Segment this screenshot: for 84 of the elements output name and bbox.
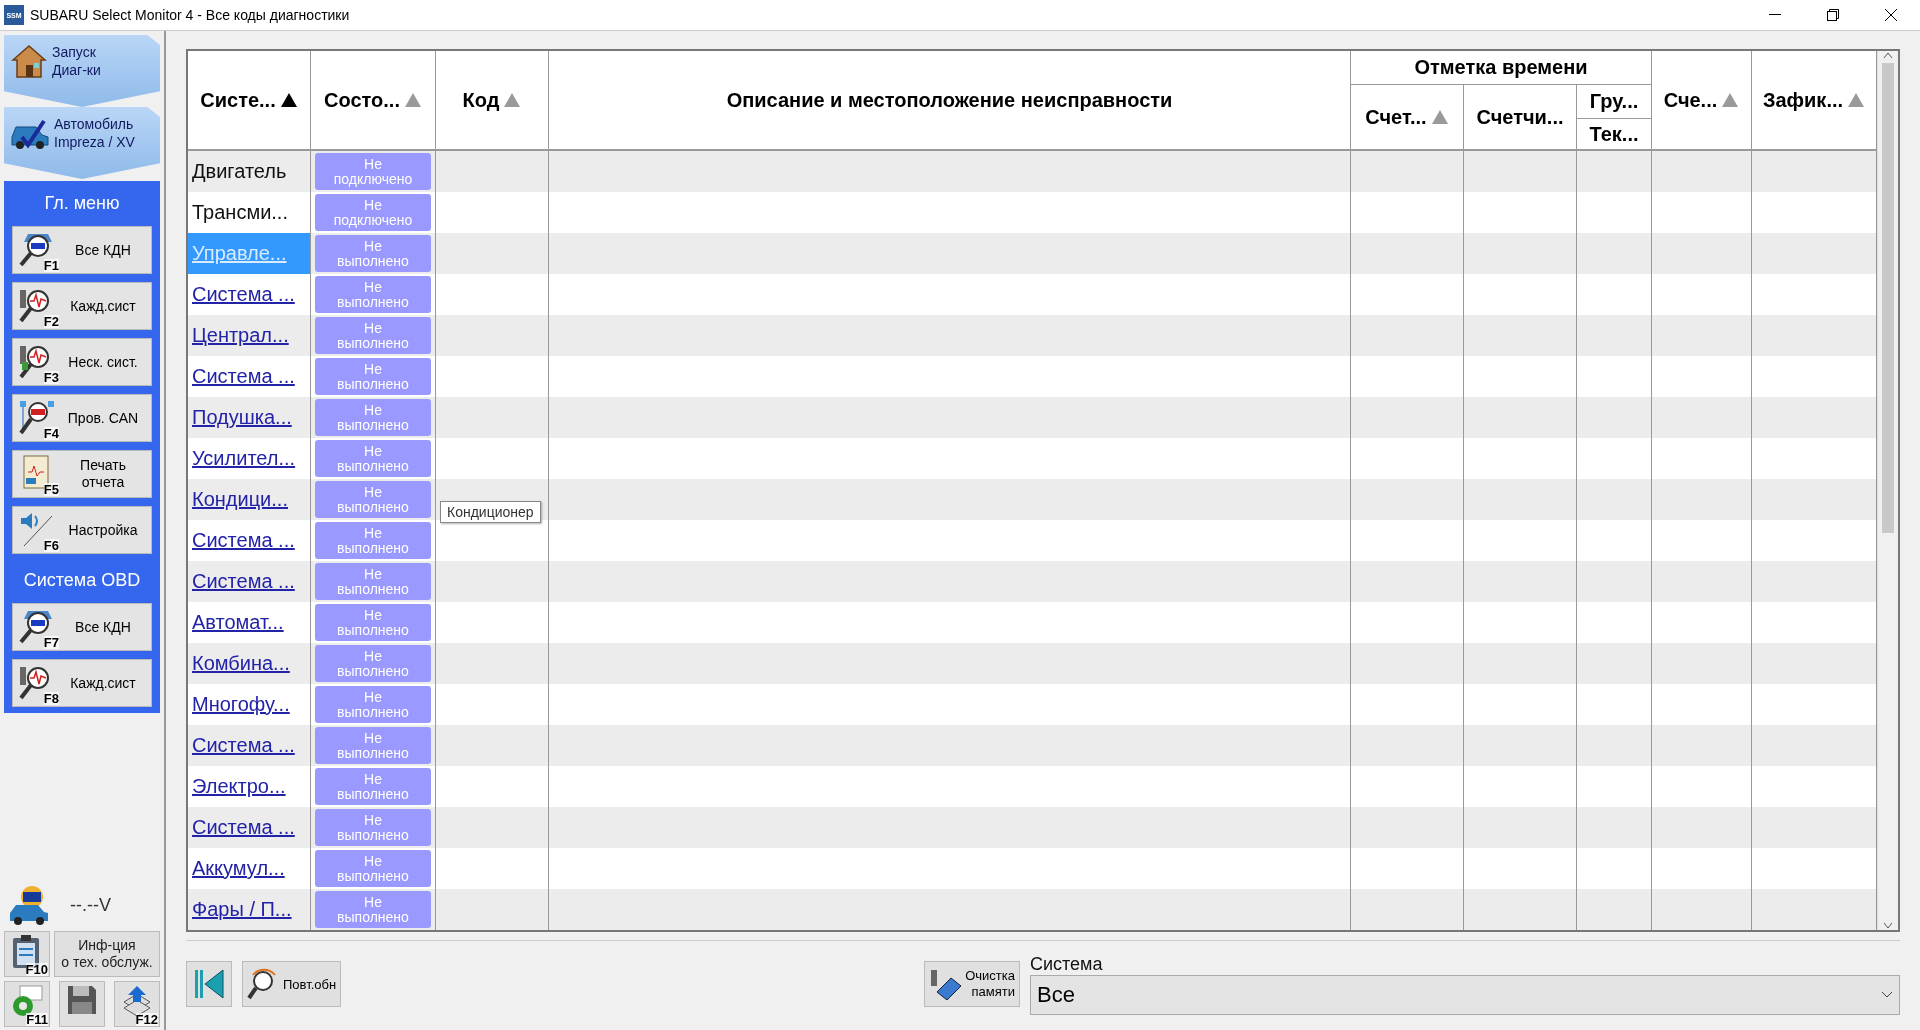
field-label: Система — [1030, 953, 1104, 975]
system-link[interactable]: Автомат... — [188, 611, 288, 634]
key-label: F3 — [43, 371, 59, 384]
restore-icon — [1827, 9, 1839, 21]
close-icon — [1885, 9, 1897, 21]
key-label: F5 — [43, 483, 59, 496]
column-header[interactable]: Гру... — [1577, 85, 1652, 119]
nav-tab[interactable]: Запуск Диаг-ки — [4, 35, 160, 107]
system-link[interactable]: Система ... — [188, 529, 299, 552]
status-badge: Не выполнено — [315, 276, 431, 313]
system-link[interactable]: Многофу... — [188, 693, 294, 716]
column-header[interactable]: Систе... — [188, 51, 311, 151]
menu-button[interactable]: F8 Кажд.сист — [12, 659, 152, 707]
nav-tab[interactable]: Автомобиль Impreza / XV — [4, 107, 160, 179]
scroll-down-icon — [1883, 922, 1893, 930]
status-badge: Не выполнено — [315, 481, 431, 518]
key-label: F6 — [43, 539, 59, 552]
key-label: F12 — [135, 1013, 158, 1026]
status-badge: Не подключено — [315, 194, 431, 231]
status-badge: Не выполнено — [315, 440, 431, 477]
column-header[interactable]: Тек... — [1577, 119, 1652, 151]
system-dropdown[interactable]: Все — [1030, 974, 1900, 1015]
status-badge: Не выполнено — [315, 645, 431, 682]
status-badge: Не выполнено — [315, 809, 431, 846]
status-badge: Не выполнено — [315, 358, 431, 395]
status-badge: Не выполнено — [315, 768, 431, 805]
menu-button[interactable]: F4 Пров. CAN — [12, 394, 152, 442]
tool-button[interactable] — [59, 981, 105, 1027]
status-badge: Не выполнено — [315, 891, 431, 928]
status-badge: Не выполнено — [315, 727, 431, 764]
key-label: F8 — [43, 692, 59, 705]
status-badge: Не выполнено — [315, 399, 431, 436]
refresh-button[interactable]: Повт.обн — [242, 961, 342, 1007]
menu-button[interactable]: F5 Печать отчета — [12, 450, 152, 498]
section-title: Система OBD — [22, 569, 142, 592]
minimize-icon — [1769, 14, 1781, 16]
menu-button[interactable]: F3 Неск. сист. — [12, 338, 152, 386]
system-link[interactable]: Система ... — [188, 365, 299, 388]
menu-button[interactable]: F1 Все КДН — [12, 226, 152, 274]
status-badge: Не подключено — [315, 153, 431, 190]
service-info-button[interactable]: Инф-ция о тех. обслуж. — [54, 931, 160, 977]
system-link[interactable]: Усилител... — [188, 447, 300, 470]
column-group-header: Отметка времени — [1351, 51, 1652, 85]
key-label: F10 — [25, 963, 48, 976]
service-info-icon-button[interactable]: F10 — [4, 931, 50, 977]
status-badge: Не выполнено — [315, 604, 431, 641]
scroll-up-icon — [1883, 51, 1893, 59]
house-icon — [10, 43, 48, 79]
column-header[interactable]: Код — [436, 51, 549, 151]
key-label: F7 — [43, 636, 59, 649]
status-badge: Не выполнено — [315, 235, 431, 272]
first-page-button[interactable] — [186, 961, 232, 1007]
key-label: F2 — [43, 315, 59, 328]
menu-button[interactable]: F6 Настройка — [12, 506, 152, 554]
tool-button[interactable]: F11 — [4, 981, 50, 1027]
menu-button[interactable]: F7 Все КДН — [12, 603, 152, 651]
system-link[interactable]: Система ... — [188, 283, 299, 306]
system-link[interactable]: Электро... — [188, 775, 290, 798]
column-header[interactable]: Счет... — [1351, 85, 1464, 151]
status-badge: Не выполнено — [315, 317, 431, 354]
tooltip: Кондиционер — [440, 501, 541, 523]
status-badge: Не выполнено — [315, 563, 431, 600]
key-label: F4 — [43, 427, 59, 440]
key-label: F1 — [43, 259, 59, 272]
system-name: Двигатель — [191, 160, 288, 183]
menu-button[interactable]: F2 Кажд.сист — [12, 282, 152, 330]
column-header[interactable]: Сче... — [1652, 51, 1752, 151]
voltage-reading: --.--V — [70, 894, 111, 916]
status-badge: Не выполнено — [315, 850, 431, 887]
system-link[interactable]: Аккумул... — [188, 857, 289, 880]
column-header[interactable]: Счетчи... — [1464, 85, 1577, 151]
column-header[interactable]: Состо... — [311, 51, 436, 151]
status-badge: Не выполнено — [315, 686, 431, 723]
section-title: Гл. меню — [43, 192, 121, 215]
column-header[interactable]: Описание и местоположение неисправности — [549, 51, 1351, 151]
window-title: SUBARU Select Monitor 4 - Все коды диагностики — [30, 7, 351, 23]
clear-memory-button[interactable]: Очистка памяти — [924, 961, 1020, 1007]
status-badge: Не выполнено — [315, 522, 431, 559]
scrollbar[interactable] — [1877, 51, 1898, 930]
column-header[interactable]: Зафик... — [1752, 51, 1877, 151]
key-label: F11 — [26, 1013, 48, 1026]
chevron-down-icon — [1881, 990, 1893, 999]
system-name: Трансми... — [191, 201, 289, 224]
tool-button[interactable]: F12 — [114, 981, 160, 1027]
